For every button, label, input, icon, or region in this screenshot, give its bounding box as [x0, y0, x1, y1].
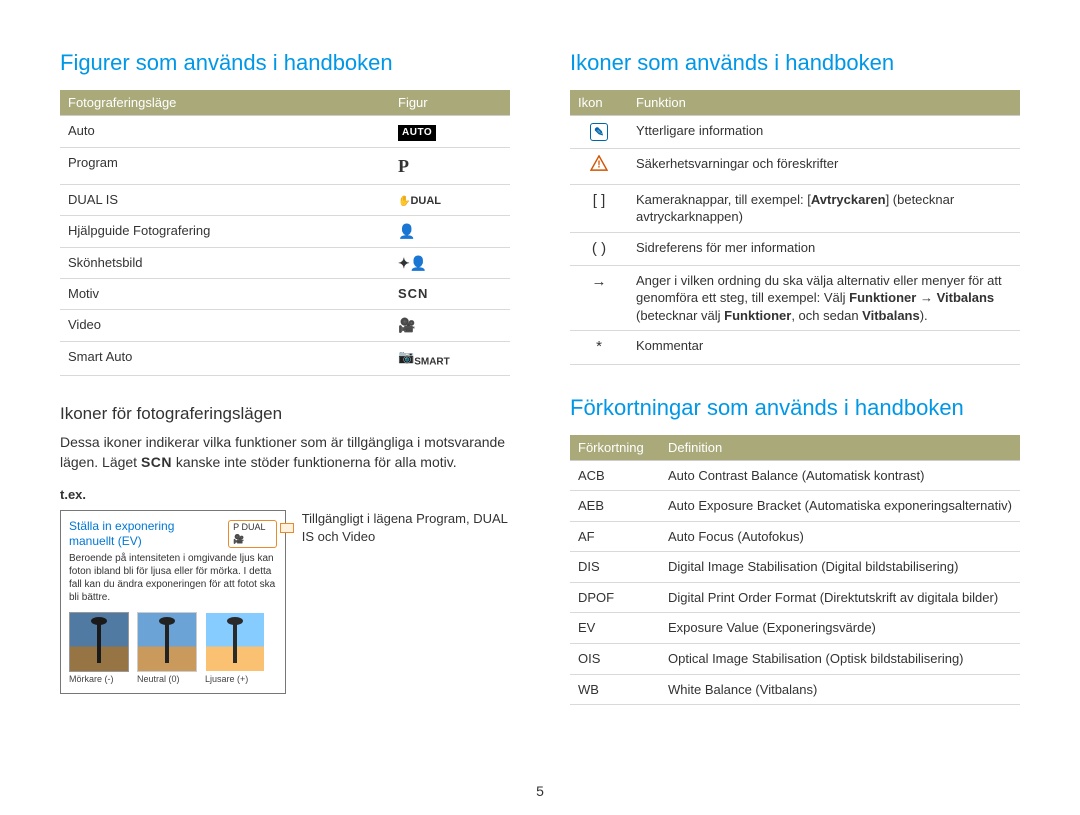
video-icon: 🎥: [390, 309, 510, 341]
auto-icon: AUTO: [398, 125, 436, 141]
abbr-cell: ACB: [570, 460, 660, 491]
right-column: Ikoner som används i handboken Ikon Funk…: [570, 50, 1020, 705]
mode-icons-paragraph: Dessa ikoner indikerar vilka funktioner …: [60, 432, 510, 473]
table-row: WBWhite Balance (Vitbalans): [570, 674, 1020, 705]
example-thumbs: Mörkare (-) Neutral (0) Ljusare (+): [69, 612, 277, 686]
mode-cell: Skönhetsbild: [60, 247, 390, 279]
table-row: Smart Auto 📷SMART: [60, 341, 510, 375]
table-header: Förkortning: [570, 435, 660, 461]
def-cell: Optical Image Stabilisation (Optisk bild…: [660, 644, 1020, 675]
scn-icon: SCN: [390, 279, 510, 310]
svg-text:!: !: [597, 160, 600, 171]
table-row: Hjälpguide Fotografering 👤: [60, 215, 510, 247]
thumb-neutral: Neutral (0): [137, 612, 197, 686]
mode-cell: Hjälpguide Fotografering: [60, 215, 390, 247]
figures-heading: Figurer som används i handboken: [60, 50, 510, 76]
icon-function-table: Ikon Funktion ✎ Ytterligare information …: [570, 90, 1020, 365]
callout-icon: [280, 523, 294, 533]
example-title: Ställa in exponering manuellt (EV): [69, 519, 222, 550]
function-cell: Ytterligare information: [628, 116, 1020, 149]
table-row: AFAuto Focus (Autofokus): [570, 521, 1020, 552]
table-row: DISDigital Image Stabilisation (Digital …: [570, 552, 1020, 583]
figure-cell: AUTO: [390, 116, 510, 148]
arrow-icon: →: [570, 265, 628, 331]
program-icon: P: [390, 147, 510, 184]
table-row: ! Säkerhetsvarningar och föreskrifter: [570, 149, 1020, 184]
example-label: t.ex.: [60, 487, 510, 502]
abbr-cell: DPOF: [570, 582, 660, 613]
mode-cell: Smart Auto: [60, 341, 390, 375]
table-row: Skönhetsbild ✦👤: [60, 247, 510, 279]
table-row: Program P: [60, 147, 510, 184]
left-column: Figurer som används i handboken Fotograf…: [60, 50, 510, 705]
table-header: Definition: [660, 435, 1020, 461]
example-wrap: Ställa in exponering manuellt (EV) P DUA…: [60, 510, 510, 695]
table-row: Video 🎥: [60, 309, 510, 341]
thumb-lighter: Ljusare (+): [205, 612, 265, 686]
mode-cell: Program: [60, 147, 390, 184]
table-row: Motiv SCN: [60, 279, 510, 310]
example-title-row: Ställa in exponering manuellt (EV) P DUA…: [69, 519, 277, 550]
mode-cell: Video: [60, 309, 390, 341]
abbr-cell: OIS: [570, 644, 660, 675]
scn-inline: SCN: [141, 454, 172, 470]
brackets-icon: [ ]: [570, 184, 628, 232]
page-number: 5: [0, 783, 1080, 799]
mode-icons-subheading: Ikoner för fotograferingslägen: [60, 404, 510, 424]
example-side-text: Tillgängligt i lägena Program, DUAL IS o…: [302, 510, 510, 546]
table-row: → Anger i vilken ordning du ska välja al…: [570, 265, 1020, 331]
def-cell: White Balance (Vitbalans): [660, 674, 1020, 705]
table-header: Funktion: [628, 90, 1020, 116]
function-cell: Kameraknappar, till exempel: [Avtryckare…: [628, 184, 1020, 232]
abbr-cell: AEB: [570, 491, 660, 522]
beauty-icon: ✦👤: [390, 247, 510, 279]
def-cell: Exposure Value (Exponeringsvärde): [660, 613, 1020, 644]
def-cell: Auto Contrast Balance (Automatisk kontra…: [660, 460, 1020, 491]
function-cell: Kommentar: [628, 331, 1020, 364]
abbr-table: Förkortning Definition ACBAuto Contrast …: [570, 435, 1020, 705]
table-row: DUAL IS DUAL: [60, 184, 510, 215]
table-row: ( ) Sidreferens för mer information: [570, 232, 1020, 265]
abbr-heading: Förkortningar som används i handboken: [570, 395, 1020, 421]
warn-icon: !: [570, 149, 628, 184]
table-row: ✎ Ytterligare information: [570, 116, 1020, 149]
icons-heading: Ikoner som används i handboken: [570, 50, 1020, 76]
example-box: Ställa in exponering manuellt (EV) P DUA…: [60, 510, 286, 695]
def-cell: Auto Focus (Autofokus): [660, 521, 1020, 552]
table-header: Figur: [390, 90, 510, 116]
paren-icon: ( ): [570, 232, 628, 265]
mode-cell: Motiv: [60, 279, 390, 310]
mode-cell: Auto: [60, 116, 390, 148]
abbr-cell: AF: [570, 521, 660, 552]
function-cell: Anger i vilken ordning du ska välja alte…: [628, 265, 1020, 331]
table-row: [ ] Kameraknappar, till exempel: [Avtryc…: [570, 184, 1020, 232]
function-cell: Sidreferens för mer information: [628, 232, 1020, 265]
example-desc: Beroende på intensiteten i omgivande lju…: [69, 552, 277, 604]
example-badge: P DUAL 🎥: [228, 520, 277, 547]
table-row: ACBAuto Contrast Balance (Automatisk kon…: [570, 460, 1020, 491]
table-row: AEBAuto Exposure Bracket (Automatiska ex…: [570, 491, 1020, 522]
thumb-darker: Mörkare (-): [69, 612, 129, 686]
smart-icon: 📷SMART: [390, 341, 510, 375]
def-cell: Auto Exposure Bracket (Automatiska expon…: [660, 491, 1020, 522]
table-row: EVExposure Value (Exponeringsvärde): [570, 613, 1020, 644]
abbr-cell: DIS: [570, 552, 660, 583]
def-cell: Digital Print Order Format (Direktutskri…: [660, 582, 1020, 613]
table-header: Fotograferingsläge: [60, 90, 390, 116]
guide-icon: 👤: [390, 215, 510, 247]
function-cell: Säkerhetsvarningar och föreskrifter: [628, 149, 1020, 184]
table-row: Auto AUTO: [60, 116, 510, 148]
dual-icon: DUAL: [390, 184, 510, 215]
star-icon: *: [570, 331, 628, 364]
abbr-cell: WB: [570, 674, 660, 705]
mode-cell: DUAL IS: [60, 184, 390, 215]
table-row: * Kommentar: [570, 331, 1020, 364]
info-icon: ✎: [570, 116, 628, 149]
def-cell: Digital Image Stabilisation (Digital bil…: [660, 552, 1020, 583]
table-row: DPOFDigital Print Order Format (Direktut…: [570, 582, 1020, 613]
mode-figure-table: Fotograferingsläge Figur Auto AUTO Progr…: [60, 90, 510, 376]
table-row: OISOptical Image Stabilisation (Optisk b…: [570, 644, 1020, 675]
table-header: Ikon: [570, 90, 628, 116]
abbr-cell: EV: [570, 613, 660, 644]
